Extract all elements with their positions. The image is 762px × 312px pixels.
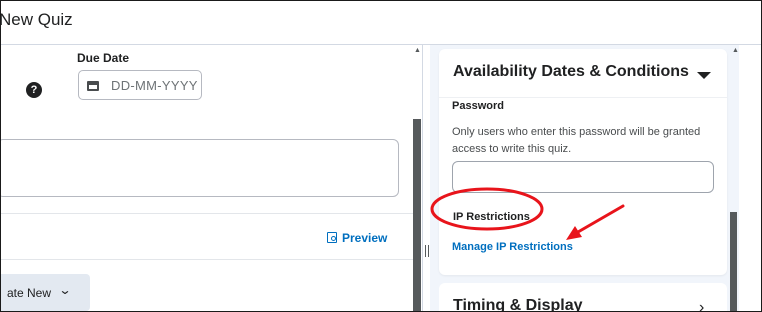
- description-textarea[interactable]: [1, 139, 399, 197]
- preview-button[interactable]: Preview: [327, 231, 388, 245]
- create-new-label: ate New: [7, 286, 52, 300]
- create-new-button[interactable]: ate New ⌄: [1, 274, 90, 311]
- chevron-right-icon: ›: [699, 299, 705, 312]
- card-divider: [439, 97, 727, 98]
- password-label: Password: [452, 100, 504, 112]
- chevron-down-icon[interactable]: [697, 72, 711, 79]
- divider: [1, 259, 413, 260]
- pane-divider: [422, 45, 423, 311]
- help-icon[interactable]: ?: [26, 82, 42, 98]
- due-date-placeholder: DD-MM-YYYY: [111, 78, 198, 93]
- right-scrollbar[interactable]: [730, 212, 737, 311]
- manage-ip-restrictions-link[interactable]: Manage IP Restrictions: [452, 241, 573, 253]
- resize-handle[interactable]: [425, 245, 429, 257]
- availability-title[interactable]: Availability Dates & Conditions: [453, 63, 689, 81]
- timing-display-card[interactable]: Timing & Display ›: [439, 283, 727, 312]
- password-help-text: Only users who enter this password will …: [452, 126, 701, 155]
- timing-display-title: Timing & Display: [453, 297, 583, 312]
- scroll-up-arrow[interactable]: ▲: [414, 47, 421, 54]
- right-pane: Availability Dates & Conditions Password…: [430, 45, 739, 311]
- page-title: New Quiz: [0, 10, 73, 29]
- app-window: New Quiz Due Date ? DD-MM-YYYY Preview a…: [0, 0, 762, 312]
- left-scrollbar[interactable]: [413, 119, 421, 311]
- left-pane: Due Date ? DD-MM-YYYY Preview ate New ⌄: [1, 45, 413, 311]
- preview-label: Preview: [342, 231, 388, 245]
- ip-restrictions-label: IP Restrictions: [453, 211, 530, 223]
- header-bar: New Quiz: [1, 1, 761, 45]
- calendar-icon: [87, 81, 99, 91]
- availability-card: Availability Dates & Conditions Password…: [439, 49, 727, 275]
- chevron-down-icon: ⌄: [58, 283, 72, 297]
- due-date-input[interactable]: DD-MM-YYYY: [78, 70, 202, 100]
- password-input[interactable]: [452, 161, 714, 193]
- preview-icon: [327, 232, 337, 243]
- divider: [1, 213, 413, 214]
- scroll-up-arrow[interactable]: ▲: [732, 47, 739, 54]
- due-date-label: Due Date: [77, 51, 130, 65]
